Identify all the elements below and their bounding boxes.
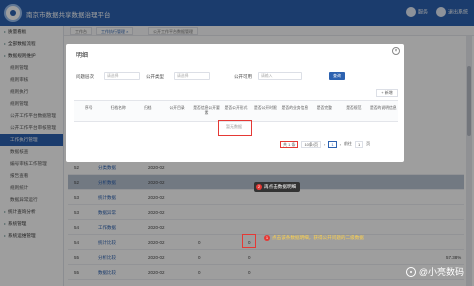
column-header: 是否完整	[316, 106, 332, 110]
column-header: 是否信息公开要素	[193, 106, 220, 115]
pager-next-icon[interactable]: ›	[340, 142, 341, 147]
step-1-badge: 1	[264, 235, 270, 241]
column-header: 是否规范	[346, 106, 362, 110]
pager-total: 共 1 条	[280, 140, 299, 148]
filter-select-level[interactable]: 请选择	[104, 72, 140, 80]
watermark-icon	[405, 266, 416, 277]
watermark: @小亮数码	[405, 265, 464, 278]
filter-label-available: 公开可用	[234, 74, 252, 79]
add-button[interactable]: + 新增	[376, 89, 398, 97]
tip-step-1: 1 点击该条数据明细，获得公开问题的二级数据	[262, 233, 368, 243]
column-header: 归档	[143, 106, 152, 110]
step-2-badge: 2	[256, 184, 262, 190]
pager-goto-input[interactable]: 1	[354, 140, 364, 148]
detail-modal: 明细 × 问题层次 请选择 公开类型 请选择 公开可用 请输入 查询 + 新增 …	[66, 44, 404, 162]
highlight-cell	[242, 234, 256, 248]
query-button[interactable]: 查询	[329, 72, 345, 80]
column-header: 归档名称	[110, 106, 126, 110]
pager-page-1[interactable]: 1	[328, 140, 337, 148]
pager-prev-icon[interactable]: ‹	[324, 142, 325, 147]
pagination: 共 1 条 10条/页 ‹ 1 › 前往 1 页	[280, 140, 370, 148]
column-header: 是否公开时限	[254, 106, 277, 110]
tip-step-1-text: 点击该条数据明细，获得公开问题的二级数据	[272, 235, 364, 240]
filter-label-type: 公开类型	[146, 74, 164, 79]
filter-label-level: 问题层次	[76, 74, 94, 79]
highlight-no-data	[218, 120, 252, 136]
filter-input-available[interactable]: 请输入	[258, 72, 302, 80]
tip-step-2-text: 再点击数据明细	[264, 184, 297, 189]
column-header: 是否的业务信息	[281, 106, 309, 110]
filter-select-type[interactable]: 请选择	[174, 72, 210, 80]
column-header: 公开目录	[169, 106, 185, 110]
modal-title: 明细	[76, 53, 89, 59]
pager-size-select[interactable]: 10条/页	[301, 140, 322, 148]
close-icon[interactable]: ×	[392, 47, 400, 55]
pager-goto-label: 前往	[343, 141, 352, 146]
modal-table-header: 序号 归档名称 归档 公开目录 是否信息公开要素 是否公开形式 是否公开时限 是否的业务信息 是…	[74, 100, 398, 122]
column-header: 序号	[84, 106, 93, 110]
pager-unit: 页	[366, 141, 371, 146]
column-header: 是否的说明信息	[369, 106, 397, 110]
column-header: 是否公开形式	[224, 106, 248, 110]
tip-step-2: 2 再点击数据明细	[254, 182, 301, 192]
